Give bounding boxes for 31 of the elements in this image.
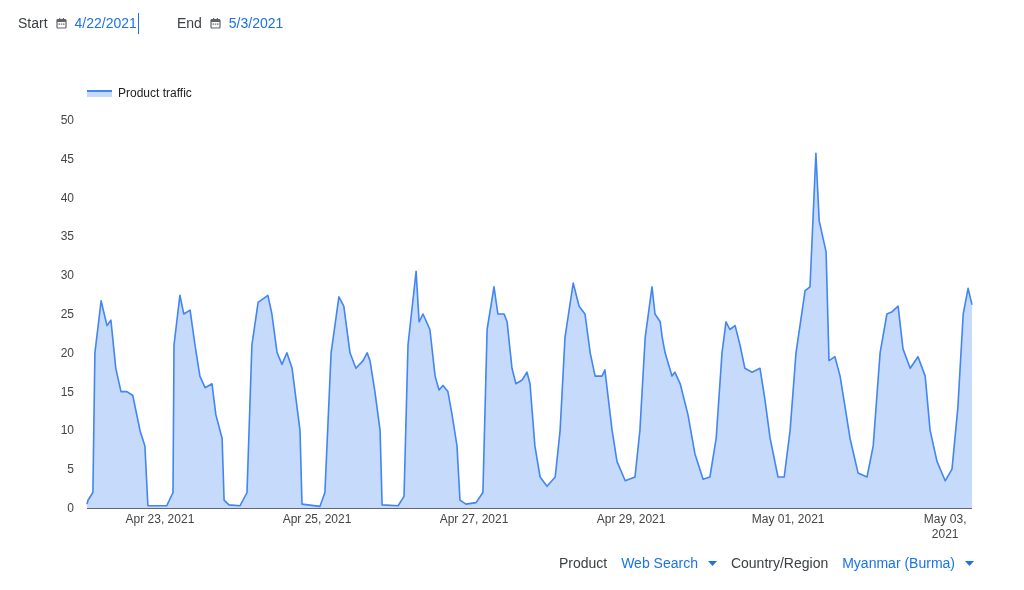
- y-axis-label: 30: [60, 268, 74, 283]
- filter-dropdown[interactable]: Web Search: [621, 552, 717, 574]
- y-axis-label: 25: [60, 307, 74, 321]
- y-axis-label: 35: [60, 229, 74, 244]
- y-axis-label: 40: [60, 190, 74, 205]
- filter-dropdown[interactable]: Myanmar (Burma): [842, 552, 974, 574]
- x-axis-label: Apr 27, 2021: [439, 512, 509, 526]
- x-axis-label: Apr 23, 2021: [125, 512, 195, 526]
- legend-swatch: [87, 90, 112, 97]
- caret-icon: [965, 560, 974, 566]
- y-axis-label: 50: [60, 113, 74, 127]
- y-axis-label: 10: [60, 423, 74, 438]
- y-axis-label: 15: [60, 384, 74, 399]
- y-axis-label: 0: [67, 501, 74, 515]
- x-axis-label: May 01, 2021: [751, 512, 825, 526]
- x-axis-label: Apr 25, 2021: [282, 512, 352, 526]
- caret-icon: [707, 560, 717, 566]
- filter-label: Product: [558, 553, 608, 573]
- y-axis-label: 20: [60, 345, 74, 360]
- start-label: Start: [18, 13, 48, 33]
- legend-label: Product traffic: [118, 86, 192, 100]
- calendar-icon[interactable]: [209, 17, 221, 29]
- x-axis-label: Apr 29, 2021: [596, 512, 666, 526]
- start-date-field[interactable]: 4/22/2021: [74, 12, 139, 34]
- end-label: End: [176, 13, 202, 33]
- filter-label: Country/Region: [730, 553, 829, 573]
- x-axis-label: May 03, 2021: [923, 512, 967, 541]
- y-axis-label: 5: [67, 462, 74, 477]
- y-axis-label: 45: [60, 151, 74, 166]
- calendar-icon[interactable]: [55, 17, 67, 29]
- end-date-field[interactable]: 5/3/2021: [228, 12, 284, 34]
